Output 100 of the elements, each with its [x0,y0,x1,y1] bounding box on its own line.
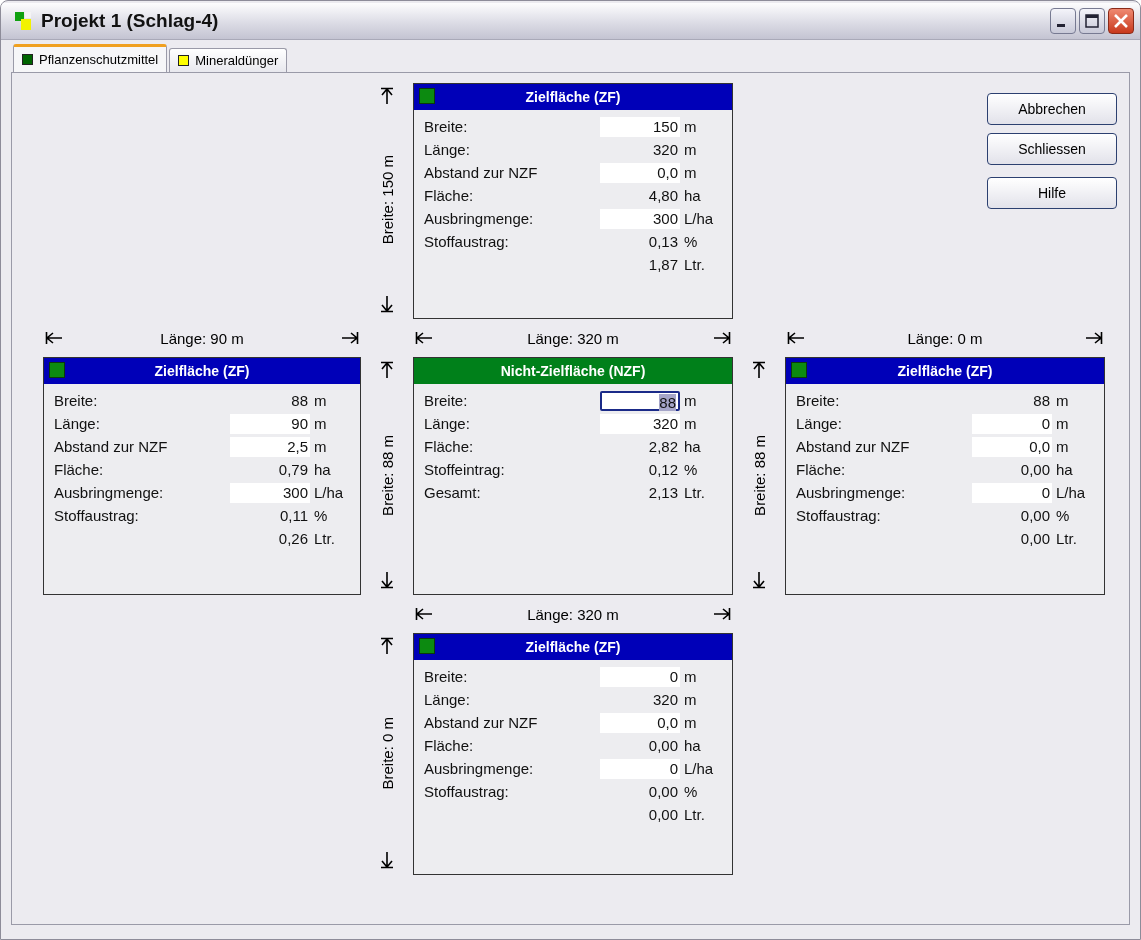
dialog-button[interactable]: Abbrechen [987,93,1117,125]
unit-text: m [683,392,698,409]
panel-title: Zielfläche (ZF) [525,89,621,105]
input-field[interactable]: 320 [600,413,680,434]
panel-title: Nicht-Zielfläche (NZF) [500,363,646,379]
input-field[interactable]: 90 [230,413,310,434]
field-label: Abstand zur NZF [424,164,539,181]
square-icon [419,88,435,104]
unit-text: ha [1055,461,1074,478]
input-field[interactable]: 0 [600,758,680,779]
input-field[interactable]: 300 [230,482,310,503]
dimension-label: Länge: 320 m [527,605,619,623]
unit-text: m [1055,392,1070,409]
field-label: Länge: [796,415,843,432]
arrow-left-icon [415,607,433,621]
field-label: Fläche: [424,187,475,204]
input-field[interactable]: 0,0 [972,436,1052,457]
field-label: Abstand zur NZF [54,438,169,455]
dialog-button[interactable]: Schliessen [987,133,1117,165]
input-field[interactable]: 2,5 [230,436,310,457]
value-text: 0,00 [1019,507,1051,524]
unit-text: % [1055,507,1071,524]
unit-text: % [683,461,699,478]
field-label: Stoffeintrag: [424,461,506,478]
unit-text: Ltr. [683,484,706,501]
value-text: 0,00 [647,737,679,754]
unit-text: % [683,233,699,250]
arrow-up-icon [380,361,394,379]
tab[interactable]: Mineraldünger [169,48,288,72]
unit-text: m [683,141,698,158]
input-field[interactable]: 0 [972,413,1052,434]
input-field[interactable]: 0,0 [600,162,680,183]
unit-text: m [683,691,698,708]
field-label: Ausbringmenge: [54,484,165,501]
field-label: Länge: [424,691,471,708]
unit-text: ha [683,438,702,455]
value-text: 88 [290,392,309,409]
dimension-label: Länge: 0 m [907,329,983,347]
field-label: Breite: [54,392,99,409]
arrow-down-icon [380,295,394,313]
unit-text: Ltr. [683,256,706,273]
field-label: Fläche: [54,461,105,478]
dimension-label: Breite: 0 m [378,716,396,790]
unit-text: m [683,668,698,685]
dimension-label: Breite: 88 m [750,434,768,516]
arrow-left-icon [415,331,433,345]
field-label: Stoffaustrag: [424,783,510,800]
input-field[interactable]: 0 [972,482,1052,503]
input-field[interactable]: 0 [600,666,680,687]
arrow-up-icon [752,361,766,379]
input-field[interactable]: 300 [600,208,680,229]
unit-text: % [313,507,329,524]
value-text: 0,11 [278,507,309,524]
arrow-down-icon [380,571,394,589]
close-button[interactable] [1108,8,1134,34]
field-label: Länge: [424,415,471,432]
value-text: 0,12 [647,461,679,478]
dimension-label: Breite: 150 m [378,155,396,245]
minimize-button[interactable] [1050,8,1076,34]
unit-text: Ltr. [1055,530,1078,547]
input-field[interactable]: 88 [600,390,680,411]
unit-text: % [683,783,699,800]
unit-text: ha [683,187,702,204]
arrow-up-icon [380,87,394,105]
input-field[interactable]: 150 [600,116,680,137]
value-text: 0,79 [277,461,309,478]
field-label: Gesamt: [424,484,482,501]
unit-text: m [683,118,698,135]
window-title: Projekt 1 (Schlag-4) [41,10,220,32]
field-label: Ausbringmenge: [424,210,535,227]
value-text: 88 [1032,392,1051,409]
dimension-label: Länge: 320 m [527,329,619,347]
tab[interactable]: Pflanzenschutzmittel [13,44,168,72]
maximize-icon [1082,11,1102,31]
arrow-right-icon [713,607,731,621]
field-label: Abstand zur NZF [424,714,539,731]
value-text: 2,82 [647,438,679,455]
panel-title: Zielfläche (ZF) [897,363,993,379]
unit-text: m [313,392,328,409]
value-text: 320 [651,141,679,158]
unit-text: m [683,415,698,432]
input-field[interactable]: 0,0 [600,712,680,733]
field-label: Fläche: [424,737,475,754]
maximize-button[interactable] [1079,8,1105,34]
value-text: 0,00 [647,806,679,823]
unit-text: Ltr. [313,530,336,547]
unit-text: m [1055,438,1070,455]
dialog-button[interactable]: Hilfe [987,177,1117,209]
field-label: Stoffaustrag: [54,507,140,524]
unit-text: m [683,164,698,181]
unit-text: m [313,415,328,432]
value-text: 4,80 [647,187,679,204]
field-label: Ausbringmenge: [424,760,535,777]
value-text: 320 [651,691,679,708]
unit-text: m [683,714,698,731]
field-label: Ausbringmenge: [796,484,907,501]
unit-text: L/ha [1055,484,1087,501]
unit-text: ha [313,461,332,478]
unit-text: Ltr. [683,806,706,823]
unit-text: L/ha [683,760,715,777]
